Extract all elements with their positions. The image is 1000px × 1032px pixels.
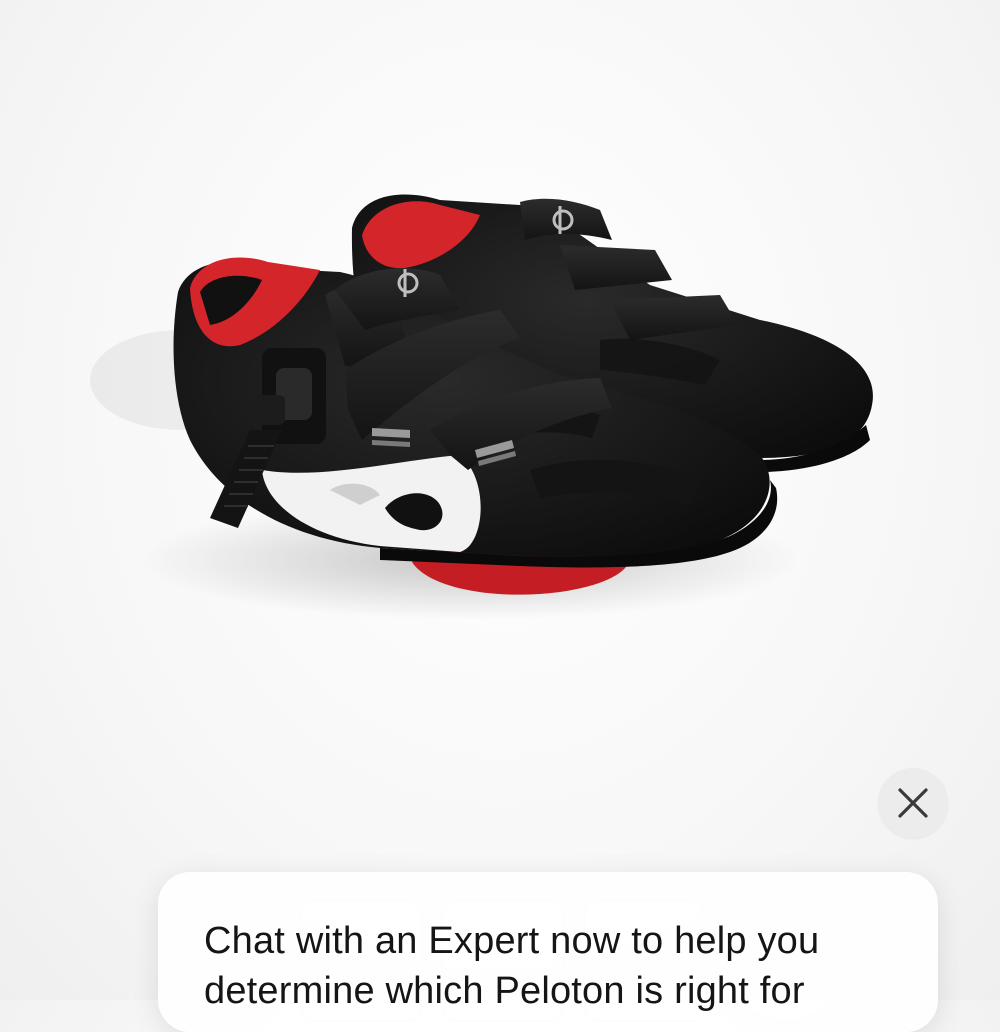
product-image [0,0,1000,880]
chat-prompt-message: Chat with an Expert now to help you dete… [204,920,820,1012]
cycling-shoes-image [90,194,873,620]
close-button[interactable] [878,768,948,838]
chat-prompt-card[interactable]: Chat with an Expert now to help you dete… [158,872,938,1032]
close-icon [898,788,928,818]
